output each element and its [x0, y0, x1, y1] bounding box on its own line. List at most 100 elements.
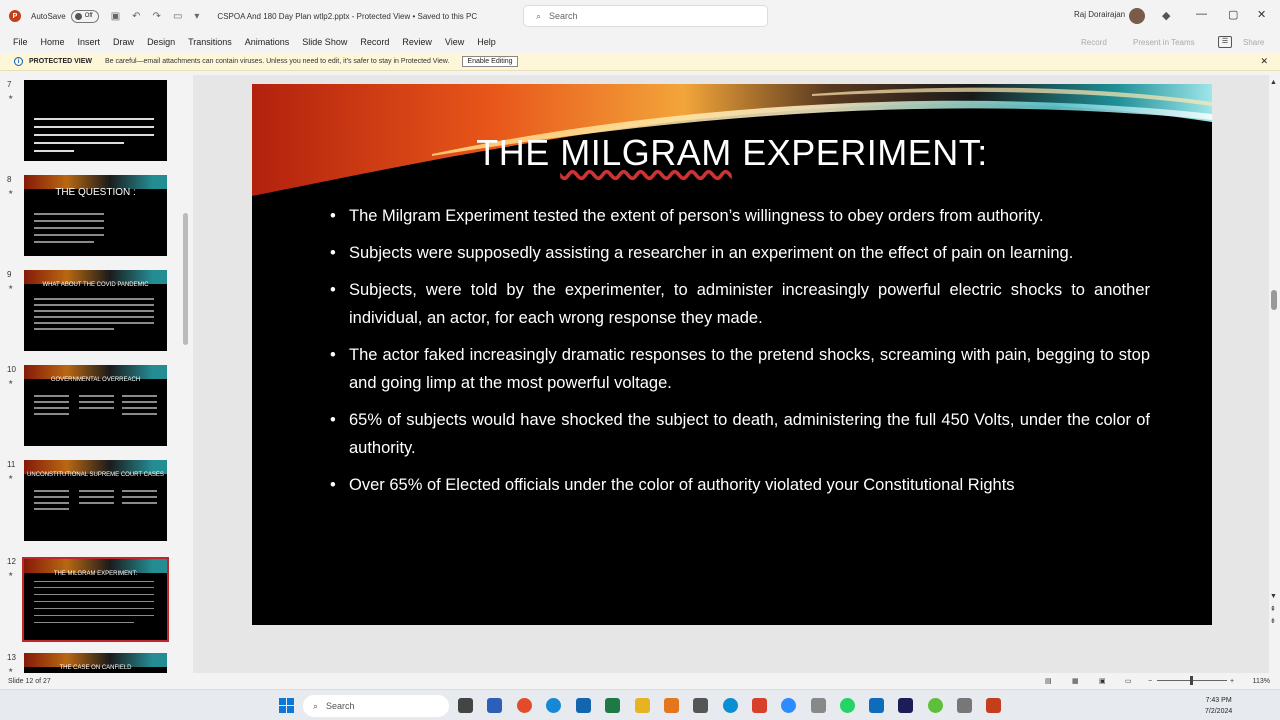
tab-home[interactable]: Home — [41, 37, 65, 47]
share-button[interactable]: Share — [1243, 38, 1264, 47]
thumbnail-text-line — [34, 316, 154, 318]
slideshow-view-icon[interactable]: ▭ — [1125, 677, 1132, 685]
toggle-knob — [74, 12, 82, 20]
thumbnail-text-line — [122, 407, 157, 409]
calculator-icon[interactable] — [811, 698, 826, 713]
taskbar-search[interactable]: ⌕ Search — [303, 695, 449, 717]
app-icon[interactable] — [752, 698, 767, 713]
thumbnail-text-line — [34, 126, 154, 128]
word-icon[interactable] — [487, 698, 502, 713]
app-icon[interactable] — [693, 698, 708, 713]
editor-scrollbar[interactable]: ▲ ▼ ⇞ ⇟ — [1268, 75, 1280, 673]
thumbnail-image: UNCONSTITUTIONAL SUPREME COURT CASES — [24, 460, 167, 541]
app-icon[interactable] — [957, 698, 972, 713]
task-view-icon[interactable] — [458, 698, 473, 713]
save-icon[interactable]: ▣ — [111, 11, 120, 22]
star-icon: ★ — [8, 380, 14, 386]
zoom-out-icon[interactable]: − — [1148, 678, 1152, 685]
thumbnail-text-line — [79, 496, 114, 498]
user-name[interactable]: Raj Dorairajan — [1074, 10, 1125, 19]
zoom-slider-handle[interactable] — [1190, 676, 1193, 685]
reading-view-icon[interactable]: ▣ — [1099, 677, 1106, 685]
next-slide-icon[interactable]: ⇟ — [1270, 617, 1276, 625]
zoom-level[interactable]: 113% — [1253, 678, 1270, 685]
chrome-icon[interactable] — [517, 698, 532, 713]
file-explorer-icon[interactable] — [635, 698, 650, 713]
thumbnail-text-line — [34, 615, 154, 616]
close-icon[interactable]: ✕ — [1257, 8, 1266, 21]
autosave-toggle[interactable]: Off — [70, 9, 99, 23]
search-box[interactable]: ⌕ Search — [523, 5, 768, 27]
system-clock[interactable]: 7:43 PM 7/2/2024 — [1205, 695, 1232, 717]
search-icon: ⌕ — [536, 10, 542, 21]
thumbnail-text-line — [122, 502, 157, 504]
scrollbar-thumb[interactable] — [1271, 290, 1277, 310]
minimize-icon[interactable]: — — [1196, 8, 1207, 20]
thumbnail-text-line — [34, 298, 154, 300]
avatar[interactable] — [1129, 8, 1145, 24]
thumbnail-image: WHAT ABOUT THE COVID PANDEMIC — [24, 270, 167, 351]
title-part: THE — [476, 132, 561, 173]
enable-editing-button[interactable]: Enable Editing — [462, 56, 518, 67]
tab-review[interactable]: Review — [402, 37, 432, 47]
thumbnail-text-line — [34, 490, 69, 492]
thumbnail-scrollbar[interactable] — [183, 75, 188, 673]
toggle-state: Off — [84, 13, 93, 19]
ribbon-tabs: File Home Insert Draw Design Transitions… — [0, 32, 1280, 52]
maximize-icon[interactable]: ▢ — [1228, 8, 1238, 21]
redo-icon[interactable]: ↷ — [153, 11, 161, 22]
tab-help[interactable]: Help — [477, 37, 496, 47]
zoom-slider[interactable] — [1157, 676, 1227, 685]
scroll-up-icon[interactable]: ▲ — [1270, 79, 1277, 86]
star-icon: ★ — [8, 572, 14, 578]
tab-design[interactable]: Design — [147, 37, 175, 47]
thumbnail-text-line — [34, 608, 154, 609]
outlook-icon[interactable] — [576, 698, 591, 713]
slide-canvas[interactable]: THE MILGRAM EXPERIMENT: The Milgram Expe… — [252, 84, 1212, 625]
thumbnail-number: 9 — [7, 270, 12, 279]
present-in-teams-button[interactable]: Present in Teams — [1133, 38, 1195, 47]
premium-diamond-icon[interactable]: ◆ — [1162, 9, 1170, 22]
tab-insert[interactable]: Insert — [78, 37, 101, 47]
zoom-in-icon[interactable]: + — [1230, 678, 1234, 685]
close-bar-icon[interactable]: ✕ — [1260, 56, 1268, 67]
powerpoint-taskbar-icon[interactable] — [986, 698, 1001, 713]
normal-view-icon[interactable]: ▤ — [1045, 677, 1052, 685]
tab-slide-show[interactable]: Slide Show — [302, 37, 347, 47]
tab-record[interactable]: Record — [360, 37, 389, 47]
scroll-down-icon[interactable]: ▼ — [1270, 593, 1277, 600]
taskbar-search-label: Search — [326, 701, 355, 711]
tab-file[interactable]: File — [13, 37, 28, 47]
record-button[interactable]: Record — [1081, 38, 1107, 47]
thumbnail-text-line — [34, 413, 69, 415]
thumbnail-text-line — [34, 328, 114, 330]
thumbnail-number: 12 — [7, 557, 16, 566]
edge-icon[interactable] — [546, 698, 561, 713]
slide-thumbnails-pane: 7 ★ 8 ★ THE QUESTION : 9 ★ WHAT ABOUT THE C… — [0, 75, 193, 673]
app-icon[interactable] — [869, 698, 884, 713]
excel-icon[interactable] — [605, 698, 620, 713]
comments-icon[interactable]: ☰ — [1218, 36, 1232, 48]
thumbnail-number: 11 — [7, 460, 16, 469]
tab-draw[interactable]: Draw — [113, 37, 134, 47]
windows-start-icon[interactable] — [279, 698, 294, 713]
powerpoint-icon[interactable]: P — [9, 10, 21, 22]
whatsapp-icon[interactable] — [840, 698, 855, 713]
undo-icon[interactable]: ↶ — [132, 11, 140, 22]
zoom-icon[interactable] — [781, 698, 796, 713]
autosave-label: AutoSave — [31, 11, 66, 21]
premiere-icon[interactable] — [898, 698, 913, 713]
tab-transitions[interactable]: Transitions — [188, 37, 232, 47]
bullet-item: Over 65% of Elected officials under the … — [330, 471, 1150, 499]
slideshow-icon[interactable]: ▭ — [173, 11, 182, 22]
customize-toolbar-icon[interactable]: ▾ — [194, 11, 199, 22]
app-icon[interactable] — [664, 698, 679, 713]
app-icon[interactable] — [928, 698, 943, 713]
tab-animations[interactable]: Animations — [245, 37, 290, 47]
bullet-item: The actor faked increasingly dramatic re… — [330, 341, 1150, 397]
tab-view[interactable]: View — [445, 37, 464, 47]
slide-sorter-icon[interactable]: ▦ — [1072, 677, 1079, 685]
skype-icon[interactable] — [723, 698, 738, 713]
previous-slide-icon[interactable]: ⇞ — [1270, 605, 1276, 613]
scrollbar-thumb[interactable] — [183, 213, 188, 345]
